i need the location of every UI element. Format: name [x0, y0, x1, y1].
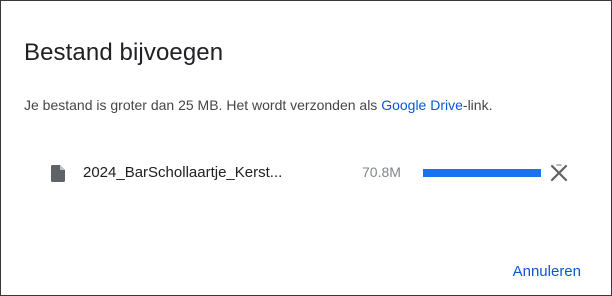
- cancel-button[interactable]: Annuleren: [513, 263, 581, 280]
- upload-progress-fill: [423, 169, 541, 177]
- attachment-file-size: 70.8M: [362, 164, 401, 180]
- attach-file-dialog: Bestand bijvoegen Je bestand is groter d…: [0, 0, 612, 296]
- file-icon: [51, 165, 65, 182]
- attachment-file-name: 2024_BarSchollaartje_Kerst...: [83, 164, 283, 181]
- dialog-title: Bestand bijvoegen: [24, 39, 224, 66]
- attachment-row: 2024_BarSchollaartje_Kerst... 70.8M: [51, 161, 576, 185]
- message-suffix: -link.: [462, 97, 493, 113]
- dialog-message: Je bestand is groter dan 25 MB. Het word…: [24, 97, 492, 113]
- close-icon[interactable]: [548, 162, 570, 184]
- message-text: Je bestand is groter dan 25 MB. Het word…: [24, 97, 382, 113]
- upload-progress-bar: [423, 169, 541, 177]
- google-drive-link[interactable]: Google Drive: [381, 97, 463, 113]
